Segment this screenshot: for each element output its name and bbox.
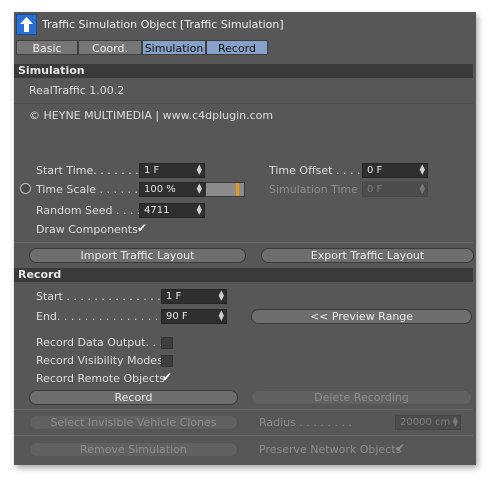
- preserve-network-objects-checkbox: ✔: [394, 441, 406, 455]
- time-scale-slider[interactable]: [205, 182, 245, 197]
- select-invisible-vehicle-clones-button: Select Invisible Vehicle Clones: [29, 415, 238, 430]
- record-section-title: Record: [18, 268, 62, 281]
- draw-components-checkbox[interactable]: ✔: [136, 222, 148, 235]
- record-remote-objects-label: Record Remote Objects: [36, 372, 165, 385]
- preserve-network-objects-label: Preserve Network Objects: [259, 443, 402, 456]
- start-time-value: 1 F: [144, 165, 160, 176]
- version-text: RealTraffic 1.00.2: [29, 84, 125, 97]
- random-seed-value: 4711: [144, 205, 170, 216]
- tab-record[interactable]: Record: [206, 40, 268, 55]
- radius-value: 20000 cm: [400, 417, 451, 428]
- record-start-value: 1 F: [166, 291, 182, 302]
- divider: [14, 103, 473, 104]
- delete-recording-button: Delete Recording: [251, 390, 472, 405]
- simulation-section-header: Simulation: [14, 64, 473, 78]
- simulation-time-field: 0 F ▲ ▼: [362, 182, 428, 197]
- start-time-field[interactable]: 1 F ▲ ▼: [139, 163, 205, 178]
- divider: [14, 409, 473, 410]
- tab-coord[interactable]: Coord.: [78, 40, 142, 55]
- radius-label: Radius . . . . . . . .: [259, 416, 352, 429]
- record-visibility-modes-checkbox[interactable]: [161, 355, 173, 367]
- random-seed-label: Random Seed . . . .: [36, 204, 141, 217]
- record-data-output-checkbox[interactable]: [161, 337, 173, 349]
- record-button[interactable]: Record: [29, 390, 238, 405]
- start-time-label: Start Time. . . . . . . . .: [36, 164, 153, 177]
- copyright-text: © HEYNE MULTIMEDIA | www.c4dplugin.com: [29, 109, 274, 122]
- time-scale-field[interactable]: 100 % ▲ ▼: [139, 182, 205, 197]
- record-remote-objects-checkbox[interactable]: ✔: [161, 371, 173, 384]
- spinner-arrows-icon[interactable]: ▲ ▼: [420, 164, 425, 176]
- divider: [14, 435, 473, 436]
- time-offset-label: Time Offset . . . .: [269, 164, 361, 177]
- spinner-arrows-icon[interactable]: ▲ ▼: [219, 310, 224, 322]
- preview-range-button[interactable]: << Preview Range: [251, 309, 472, 324]
- time-offset-value: 0 F: [367, 165, 383, 176]
- record-end-value: 90 F: [166, 311, 188, 322]
- simulation-time-label: Simulation Time: [269, 183, 359, 196]
- tab-simulation[interactable]: Simulation: [142, 40, 206, 55]
- radius-field: 20000 cm ▲ ▼: [395, 415, 461, 430]
- attribute-manager-window: Traffic Simulation Object [Traffic Simul…: [14, 12, 476, 465]
- spinner-arrows-icon: ▲ ▼: [452, 415, 458, 428]
- random-seed-field[interactable]: 4711 ▲ ▼: [139, 203, 205, 218]
- export-traffic-layout-button[interactable]: Export Traffic Layout: [261, 248, 474, 263]
- spinner-arrows-icon[interactable]: ▲ ▼: [197, 164, 202, 176]
- spinner-arrows-icon[interactable]: ▲ ▼: [197, 204, 202, 216]
- record-start-label: Start . . . . . . . . . . . . . . . .: [36, 290, 175, 303]
- import-traffic-layout-button[interactable]: Import Traffic Layout: [29, 248, 246, 263]
- record-data-output-label: Record Data Output. . .: [36, 336, 163, 349]
- window-title: Traffic Simulation Object [Traffic Simul…: [42, 18, 284, 31]
- time-scale-label: Time Scale . . . . . . . .: [36, 183, 152, 196]
- spinner-arrows-icon[interactable]: ▲ ▼: [219, 290, 224, 302]
- title-bar: Traffic Simulation Object [Traffic Simul…: [14, 12, 476, 38]
- time-offset-field[interactable]: 0 F ▲ ▼: [362, 163, 428, 178]
- time-scale-value: 100 %: [144, 184, 176, 195]
- record-end-field[interactable]: 90 F ▲ ▼: [161, 309, 227, 324]
- draw-components-label: Draw Components: [36, 223, 138, 236]
- simulation-section-title: Simulation: [18, 64, 85, 77]
- slider-handle[interactable]: [236, 183, 239, 196]
- simulation-time-value: 0 F: [367, 184, 383, 195]
- record-visibility-modes-label: Record Visibility Modes: [36, 354, 163, 367]
- divider: [14, 242, 473, 243]
- tab-basic[interactable]: Basic: [16, 40, 78, 55]
- record-section-header: Record: [14, 268, 473, 282]
- record-end-label: End. . . . . . . . . . . . . . . . . .: [36, 310, 180, 323]
- up-arrow-icon[interactable]: [16, 14, 37, 35]
- remove-simulation-button: Remove Simulation: [29, 442, 238, 457]
- radio-icon[interactable]: [20, 183, 31, 194]
- spinner-arrows-icon[interactable]: ▲ ▼: [197, 183, 202, 195]
- record-start-field[interactable]: 1 F ▲ ▼: [161, 289, 227, 304]
- spinner-arrows-icon: ▲ ▼: [419, 182, 425, 195]
